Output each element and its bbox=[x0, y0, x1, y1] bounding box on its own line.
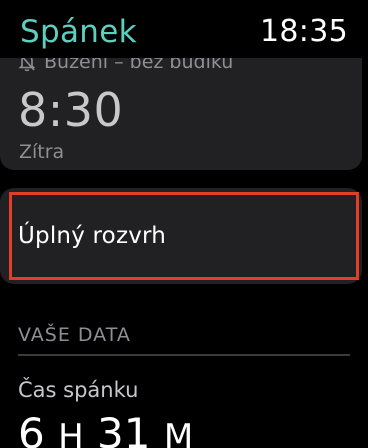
alarm-day: Zítra bbox=[19, 141, 65, 163]
bell-slash-icon bbox=[18, 58, 36, 72]
section-divider bbox=[18, 354, 350, 356]
alarm-subtitle-text: Buzení – bez budíku bbox=[44, 58, 234, 73]
sleep-app-screen: Buzení – bez budíku 8:30 Zítra Úplný roz… bbox=[0, 0, 368, 448]
minutes-unit: M bbox=[163, 417, 194, 448]
app-title[interactable]: Spánek bbox=[20, 12, 137, 52]
sleep-time-label: Čas spánku bbox=[18, 378, 139, 402]
section-header-your-data: VAŠE DATA bbox=[18, 324, 131, 346]
clock: 18:35 bbox=[260, 14, 348, 49]
selection-highlight bbox=[9, 192, 359, 280]
alarm-subtitle: Buzení – bez budíku bbox=[18, 58, 348, 78]
hours-unit: H bbox=[58, 417, 84, 448]
sleep-hours: 6 bbox=[18, 409, 45, 448]
sleep-minutes: 31 bbox=[97, 409, 151, 448]
alarm-time: 8:30 bbox=[18, 83, 124, 137]
sleep-time-value: 6 H 31 M bbox=[18, 410, 193, 448]
header-bar: Spánek 18:35 bbox=[0, 0, 368, 58]
